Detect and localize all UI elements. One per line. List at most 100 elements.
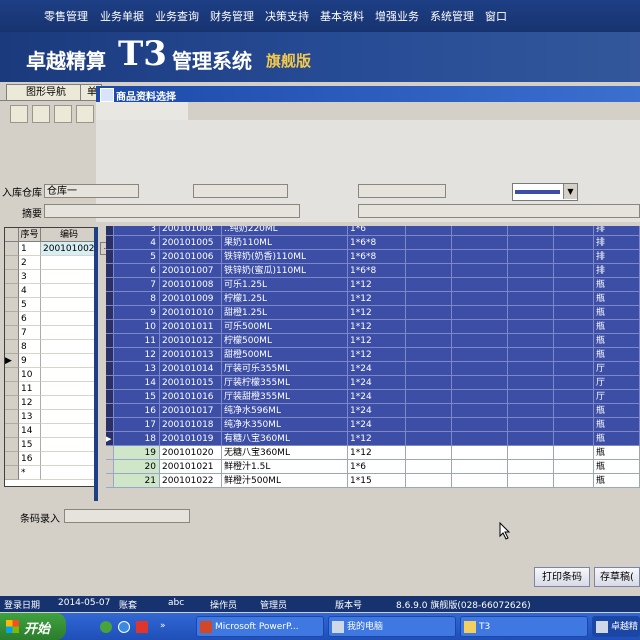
code-cell[interactable] [41,312,97,326]
seq-cell[interactable]: 5 [114,250,160,264]
field-3[interactable] [358,184,446,198]
unit-cell[interactable]: 瓶 [594,446,640,460]
code-cell[interactable]: 200101013 [160,348,222,362]
seq-cell[interactable]: 17 [114,418,160,432]
spec-cell[interactable]: 1*12 [348,320,406,334]
task-t3-folder[interactable]: T3 [460,616,588,637]
menu-decision[interactable]: 决策支持 [265,8,309,24]
code-cell[interactable]: 200101010 [160,306,222,320]
code-cell[interactable] [41,368,97,382]
spec-cell[interactable]: 1*12 [348,278,406,292]
blank-cell[interactable] [406,320,452,334]
row-indicator[interactable] [5,242,19,256]
product-row[interactable]: 9 200101010 甜橙1.25L 1*12 瓶 [106,306,640,320]
blank-cell[interactable] [452,320,508,334]
product-row[interactable]: 19 200101020 无糖八宝360ML 1*12 瓶 [106,446,640,460]
blank-cell[interactable] [508,236,554,250]
name-cell[interactable]: 果奶110ML [222,236,348,250]
blank-cell[interactable] [508,264,554,278]
blank-cell[interactable] [508,292,554,306]
seq-cell[interactable]: 6 [114,264,160,278]
code-cell[interactable]: 200101016 [160,390,222,404]
row-selector[interactable] [106,474,114,488]
seq-cell[interactable]: 16 [114,404,160,418]
blank-cell[interactable] [452,278,508,292]
quick-launch-icon-1[interactable] [100,621,112,633]
unit-cell[interactable]: 排 [594,236,640,250]
row-indicator[interactable] [5,340,19,354]
menu-finance[interactable]: 财务管理 [210,8,254,24]
spec-cell[interactable]: 1*6 [348,226,406,236]
code-cell[interactable] [41,270,97,284]
blank-cell[interactable] [452,362,508,376]
row-selector[interactable] [106,306,114,320]
blank-cell[interactable] [406,474,452,488]
row-selector[interactable] [106,292,114,306]
blank-cell[interactable] [406,418,452,432]
row-selector[interactable] [106,404,114,418]
code-cell[interactable]: 200101004 [160,226,222,236]
blank-cell[interactable] [554,404,594,418]
row-selector[interactable] [106,418,114,432]
code-cell[interactable]: 200101019 [160,432,222,446]
product-row[interactable]: 11 200101012 柠檬500ML 1*12 瓶 [106,334,640,348]
code-cell[interactable]: 200101014 [160,362,222,376]
unit-cell[interactable]: 瓶 [594,474,640,488]
task-my-computer[interactable]: 我的电脑 [328,616,456,637]
dropdown[interactable]: ▼ [512,183,578,201]
seq-cell[interactable]: 7 [19,326,41,340]
blank-cell[interactable] [554,474,594,488]
seq-cell[interactable]: 3 [19,270,41,284]
menu-enhanced[interactable]: 增强业务 [375,8,419,24]
name-cell[interactable]: 厅装甜橙355ML [222,390,348,404]
blank-cell[interactable] [554,250,594,264]
spec-cell[interactable]: 1*12 [348,306,406,320]
seq-cell[interactable]: 8 [114,292,160,306]
unit-cell[interactable]: 瓶 [594,334,640,348]
spec-cell[interactable]: 1*6*8 [348,264,406,278]
blank-cell[interactable] [452,292,508,306]
quick-launch-icon-3[interactable] [136,621,148,633]
code-cell[interactable]: 200101012 [160,334,222,348]
row-selector[interactable] [106,334,114,348]
row-selector[interactable] [106,320,114,334]
code-cell[interactable] [41,382,97,396]
blank-cell[interactable] [406,446,452,460]
spec-cell[interactable]: 1*6 [348,460,406,474]
blank-cell[interactable] [554,376,594,390]
name-cell[interactable]: 纯净水596ML [222,404,348,418]
row-indicator[interactable] [5,396,19,410]
unit-cell[interactable]: 瓶 [594,292,640,306]
name-cell[interactable]: 甜橙1.25L [222,306,348,320]
field-2[interactable] [193,184,288,198]
row-selector[interactable] [106,348,114,362]
spec-cell[interactable]: 1*24 [348,418,406,432]
unit-cell[interactable]: 瓶 [594,320,640,334]
unit-cell[interactable]: 排 [594,226,640,236]
blank-cell[interactable] [508,474,554,488]
blank-cell[interactable] [554,334,594,348]
seq-cell[interactable]: 5 [19,298,41,312]
code-cell[interactable]: 200101011 [160,320,222,334]
seq-cell[interactable]: 13 [114,362,160,376]
name-cell[interactable]: 甜橙500ML [222,348,348,362]
summary-field[interactable] [44,204,300,218]
unit-cell[interactable]: 瓶 [594,418,640,432]
blank-cell[interactable] [508,460,554,474]
code-cell[interactable] [41,424,97,438]
name-cell[interactable]: 无糖八宝360ML [222,446,348,460]
seq-cell[interactable]: 9 [114,306,160,320]
code-cell[interactable] [41,326,97,340]
blank-cell[interactable] [554,432,594,446]
row-selector[interactable] [106,390,114,404]
seq-cell[interactable]: * [19,466,41,480]
code-cell[interactable]: 200101022 [160,474,222,488]
seq-cell[interactable]: 7 [114,278,160,292]
seq-cell[interactable]: 15 [114,390,160,404]
seq-cell[interactable]: 18 [114,432,160,446]
blank-cell[interactable] [406,432,452,446]
product-row[interactable]: 5 200101006 铁锌奶(奶香)110ML 1*6*8 排 [106,250,640,264]
chevron-down-icon[interactable]: ▼ [563,184,577,199]
name-cell[interactable]: 鲜橙汁1.5L [222,460,348,474]
seq-cell[interactable]: 10 [19,368,41,382]
